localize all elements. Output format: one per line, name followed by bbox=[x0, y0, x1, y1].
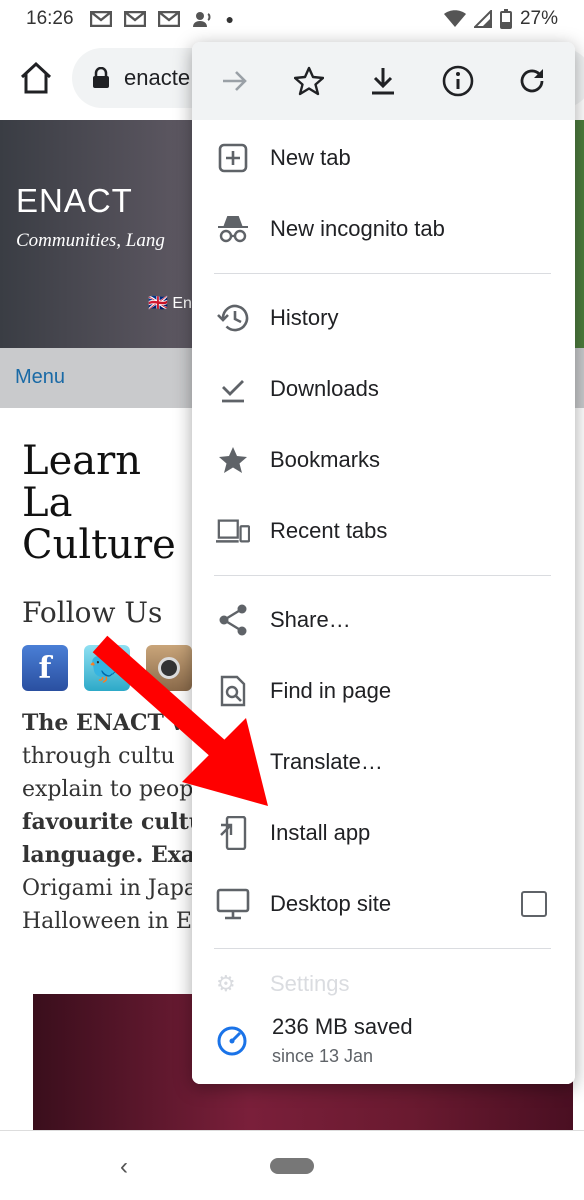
history-icon bbox=[216, 301, 250, 335]
site-tagline: Communities, Lang bbox=[16, 230, 165, 251]
instagram-glyph bbox=[158, 657, 180, 679]
instagram-icon[interactable] bbox=[146, 645, 192, 691]
page-heading: Learn La Culture bbox=[22, 438, 176, 568]
menu-item-recent-tabs[interactable]: Recent tabs bbox=[192, 495, 575, 566]
downloads-icon bbox=[216, 372, 250, 406]
menu-item-bookmarks[interactable]: Bookmarks bbox=[192, 424, 575, 495]
site-menu-link[interactable]: Menu bbox=[15, 366, 65, 389]
battery-icon bbox=[499, 9, 512, 29]
menu-item-label: Desktop site bbox=[270, 890, 392, 916]
translate-icon bbox=[216, 745, 250, 779]
menu-divider bbox=[214, 273, 551, 274]
menu-action-row bbox=[192, 42, 575, 120]
menu-item-label: Downloads bbox=[270, 375, 379, 401]
intro-line: The ENACT wel bbox=[22, 710, 194, 736]
language-selector[interactable]: 🇬🇧 En bbox=[148, 293, 192, 313]
notification-icons: ● bbox=[89, 10, 235, 28]
menu-item-share[interactable]: Share… bbox=[192, 584, 575, 655]
data-saver-summary[interactable]: 236 MB saved since 13 Jan bbox=[192, 997, 575, 1084]
facebook-icon[interactable]: f bbox=[22, 645, 68, 691]
home-icon[interactable] bbox=[18, 60, 54, 96]
intro-line: Halloween in En bbox=[22, 909, 194, 934]
share-icon bbox=[216, 603, 250, 637]
menu-item-label: New tab bbox=[270, 144, 351, 170]
menu-item-label: New incognito tab bbox=[270, 215, 445, 241]
contact-icon bbox=[192, 12, 211, 27]
menu-item-label: Share… bbox=[270, 606, 351, 632]
data-saver-icon bbox=[217, 1026, 247, 1055]
menu-item-label: Settings bbox=[270, 971, 350, 996]
intro-line: favourite cultu bbox=[22, 809, 194, 835]
menu-item-downloads[interactable]: Downloads bbox=[192, 353, 575, 424]
menu-item-find-in-page[interactable]: Find in page bbox=[192, 655, 575, 726]
menu-item-new-tab[interactable]: New tab bbox=[192, 122, 575, 193]
twitter-icon[interactable]: 🐦 bbox=[84, 645, 130, 691]
menu-item-label: History bbox=[270, 304, 339, 330]
back-icon[interactable]: ‹ bbox=[120, 1153, 128, 1181]
find-in-page-icon bbox=[216, 674, 250, 708]
data-saved-amount: 236 MB saved bbox=[272, 1014, 413, 1039]
menu-item-desktop-site[interactable]: Desktop site bbox=[192, 868, 575, 939]
menu-item-label: Bookmarks bbox=[270, 446, 381, 472]
gmail-icon bbox=[123, 11, 146, 27]
intro-line: language. Exam bbox=[22, 842, 194, 868]
data-saver-text: 236 MB saved since 13 Jan bbox=[272, 1014, 413, 1067]
signal-icon bbox=[473, 10, 492, 28]
gmail-icon bbox=[157, 11, 180, 27]
overflow-menu: New tab New incognito tab History Downlo… bbox=[192, 42, 575, 1084]
menu-item-label: Find in page bbox=[270, 677, 392, 703]
wifi-icon bbox=[443, 10, 466, 27]
menu-item-translate[interactable]: Translate… bbox=[192, 726, 575, 797]
intro-text: The ENACT wel through cultu explain to p… bbox=[22, 707, 194, 938]
intro-line: explain to peopl bbox=[22, 777, 194, 802]
intro-line: Origami in Japa bbox=[22, 876, 194, 901]
screen: 16:26 ● 27% enacte ENACT Communities, La… bbox=[0, 0, 584, 1200]
menu-divider bbox=[214, 948, 551, 949]
install-app-icon bbox=[216, 815, 250, 850]
twitter-glyph: 🐦 bbox=[88, 650, 126, 686]
forward-icon[interactable] bbox=[216, 62, 254, 100]
new-tab-icon bbox=[216, 141, 250, 175]
info-icon[interactable] bbox=[439, 62, 477, 100]
recent-tabs-icon bbox=[216, 514, 250, 548]
battery-percent: 27% bbox=[519, 8, 558, 29]
desktop-site-checkbox[interactable] bbox=[521, 891, 547, 917]
desktop-site-icon bbox=[216, 887, 250, 921]
home-pill[interactable] bbox=[270, 1158, 314, 1174]
status-right: 27% bbox=[443, 8, 558, 30]
reload-icon[interactable] bbox=[513, 62, 551, 100]
star-icon[interactable] bbox=[290, 62, 328, 100]
menu-item-label: Recent tabs bbox=[270, 517, 388, 543]
site-title[interactable]: ENACT bbox=[16, 182, 133, 220]
menu-item-new-incognito-tab[interactable]: New incognito tab bbox=[192, 193, 575, 264]
system-nav-bar: ‹ bbox=[0, 1130, 584, 1200]
data-saved-since: since 13 Jan bbox=[272, 1046, 374, 1066]
url-text: enacte bbox=[124, 65, 191, 90]
status-time: 16:26 bbox=[26, 8, 74, 29]
facebook-glyph: f bbox=[38, 650, 52, 686]
menu-item-install-app[interactable]: Install app bbox=[192, 797, 575, 868]
menu-divider bbox=[214, 575, 551, 576]
menu-item-history[interactable]: History bbox=[192, 282, 575, 353]
dot-icon: ● bbox=[225, 11, 235, 27]
menu-item-label: Translate… bbox=[270, 748, 383, 774]
lock-icon bbox=[93, 67, 109, 88]
intro-line: through cultu bbox=[22, 744, 175, 769]
settings-icon: ⚙ bbox=[216, 971, 236, 996]
gmail-icon bbox=[89, 11, 112, 27]
status-bar: 16:26 ● 27% bbox=[0, 0, 584, 38]
incognito-icon bbox=[216, 212, 250, 246]
download-icon[interactable] bbox=[364, 62, 402, 100]
bookmarks-icon bbox=[216, 443, 250, 477]
menu-item-settings[interactable]: ⚙ Settings bbox=[192, 957, 575, 997]
menu-item-label: Install app bbox=[270, 819, 371, 845]
